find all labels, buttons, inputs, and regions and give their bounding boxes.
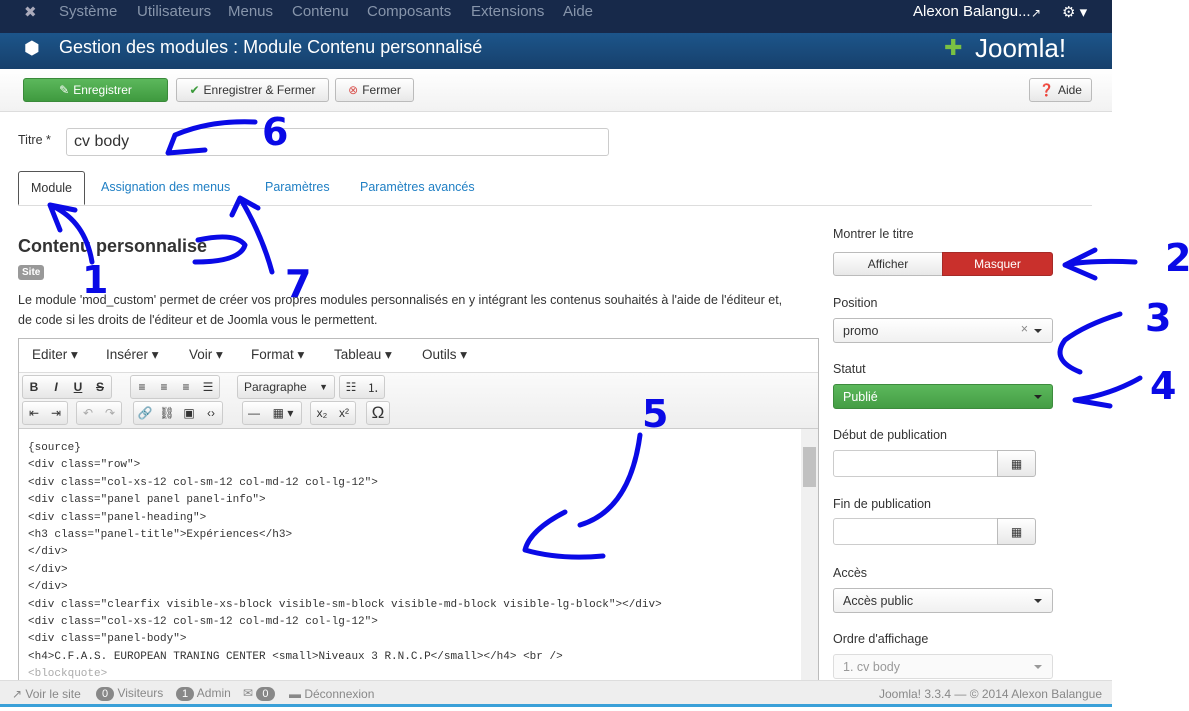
annotation-6: 6 <box>262 110 289 154</box>
arrow-1 <box>47 202 95 265</box>
arrow-2 <box>1062 247 1138 281</box>
annotation-3: 3 <box>1145 296 1172 340</box>
mark-2-near-heading <box>192 234 248 265</box>
annotation-arrows <box>47 119 1143 560</box>
annotation-1: 1 <box>82 258 109 302</box>
annotation-4: 4 <box>1150 364 1177 408</box>
arrow-7 <box>229 195 275 275</box>
annotation-5: 5 <box>642 392 669 436</box>
arrow-6 <box>165 119 258 156</box>
arrow-5 <box>522 432 643 560</box>
annotation-2: 2 <box>1165 236 1189 280</box>
arrow-3 <box>1057 311 1123 375</box>
annotation-7: 7 <box>285 262 312 306</box>
arrow-4 <box>1072 375 1143 409</box>
